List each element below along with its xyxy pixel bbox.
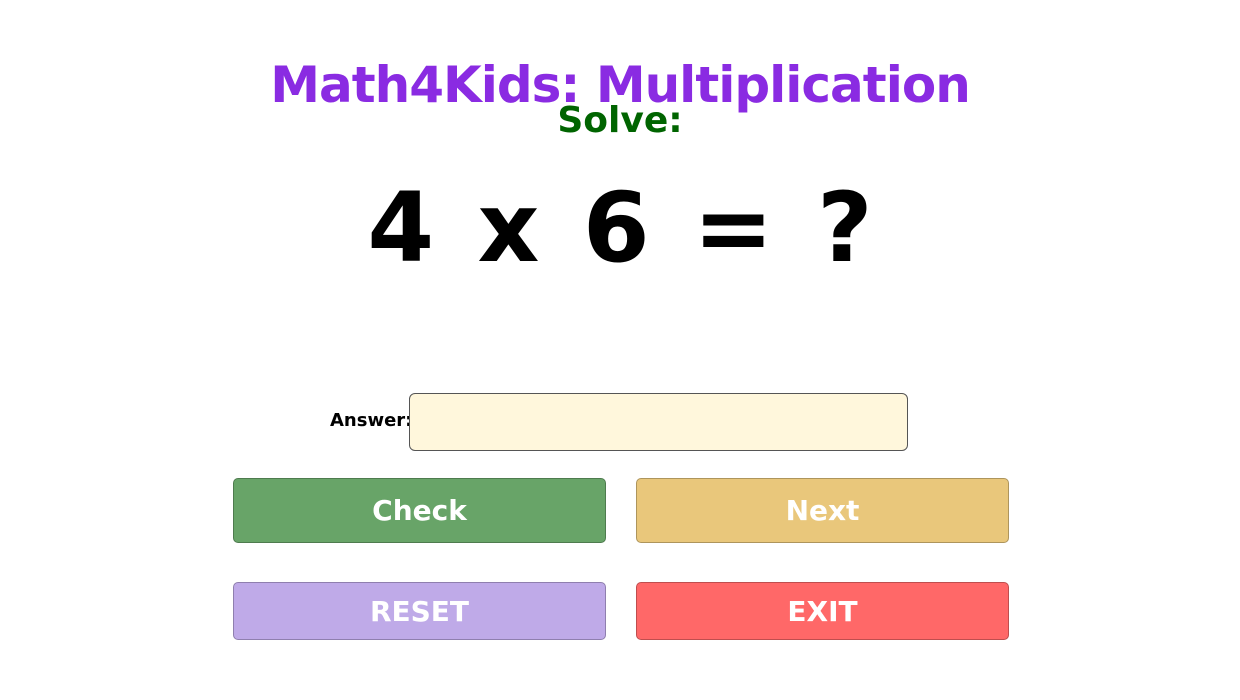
exit-button[interactable]: EXIT [636,582,1009,640]
next-button[interactable]: Next [636,478,1009,543]
answer-label: Answer: [330,410,413,431]
answer-input[interactable] [409,393,908,451]
solve-label: Solve: [557,100,683,141]
check-button[interactable]: Check [233,478,606,543]
reset-button[interactable]: RESET [233,582,606,640]
problem-text: 4 x 6 = ? [367,172,873,284]
